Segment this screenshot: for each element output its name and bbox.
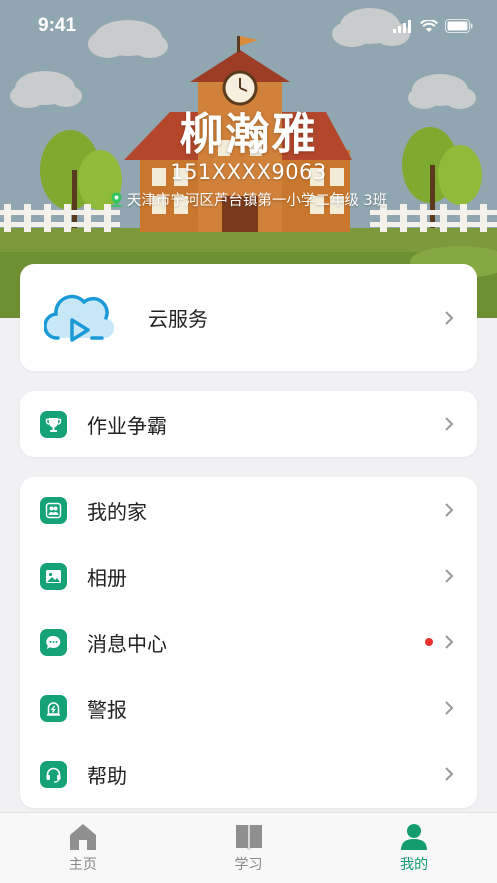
menu-item-help[interactable]: 帮助 xyxy=(20,741,477,807)
chevron-right-icon xyxy=(445,503,454,517)
menu-item-label: 相册 xyxy=(87,565,127,590)
menu-list: 我的家 相册 消息中心 警报 帮助 xyxy=(20,477,477,808)
chevron-right-icon xyxy=(445,310,454,325)
status-bar: 9:41 xyxy=(0,0,497,56)
cloud-play-icon xyxy=(44,294,115,342)
menu-item-album[interactable]: 相册 xyxy=(20,543,477,609)
status-time: 9:41 xyxy=(38,15,77,36)
tab-study[interactable]: 学习 xyxy=(166,813,332,883)
tab-label: 主页 xyxy=(68,857,97,873)
battery-icon xyxy=(445,19,473,33)
menu-item-label: 我的家 xyxy=(87,499,147,524)
wifi-icon xyxy=(420,19,438,32)
tab-home[interactable]: 主页 xyxy=(0,813,166,883)
signal-icon xyxy=(393,19,411,33)
tab-label: 学习 xyxy=(234,857,263,873)
profile-name: 柳瀚雅 xyxy=(179,109,318,160)
chevron-right-icon xyxy=(445,569,454,583)
menu-item-alarm[interactable]: 警报 xyxy=(20,675,477,741)
trophy-icon xyxy=(40,410,67,438)
menu-item-family[interactable]: 我的家 xyxy=(20,477,477,543)
menu-item-label: 警报 xyxy=(87,697,127,722)
chevron-right-icon xyxy=(445,767,454,781)
headset-icon xyxy=(40,760,67,788)
profile-school: 天津市宁河区芦台镇第一小学二年级 3班 xyxy=(0,189,497,210)
person-icon xyxy=(401,824,428,850)
status-icons xyxy=(393,19,473,33)
chevron-right-icon xyxy=(445,635,454,649)
menu-item-label: 消息中心 xyxy=(87,631,167,656)
cloud-service-card[interactable]: 云服务 xyxy=(20,264,477,371)
profile-phone: 151XXXX9063 xyxy=(170,160,327,184)
chevron-right-icon xyxy=(445,417,454,431)
tab-label: 我的 xyxy=(400,857,429,873)
message-icon xyxy=(40,628,67,656)
menu-item-label: 帮助 xyxy=(87,763,127,788)
family-icon xyxy=(40,496,67,524)
homework-card[interactable]: 作业争霸 xyxy=(20,391,477,457)
home-icon xyxy=(69,824,96,850)
chevron-right-icon xyxy=(445,701,454,715)
school-text: 天津市宁河区芦台镇第一小学二年级 3班 xyxy=(126,193,388,209)
book-icon xyxy=(235,825,262,850)
tab-mine[interactable]: 我的 xyxy=(331,813,497,883)
alarm-icon xyxy=(40,694,67,722)
cloud-service-label: 云服务 xyxy=(148,307,208,331)
album-icon xyxy=(40,562,67,590)
unread-badge xyxy=(425,638,433,646)
homework-label: 作业争霸 xyxy=(87,413,167,438)
cloud-service-row[interactable]: 云服务 xyxy=(20,264,477,371)
menu-item-messages[interactable]: 消息中心 xyxy=(20,609,477,675)
homework-row[interactable]: 作业争霸 xyxy=(20,391,477,457)
tab-bar: 主页 学习 我的 xyxy=(0,812,497,883)
location-pin-icon xyxy=(110,192,122,207)
